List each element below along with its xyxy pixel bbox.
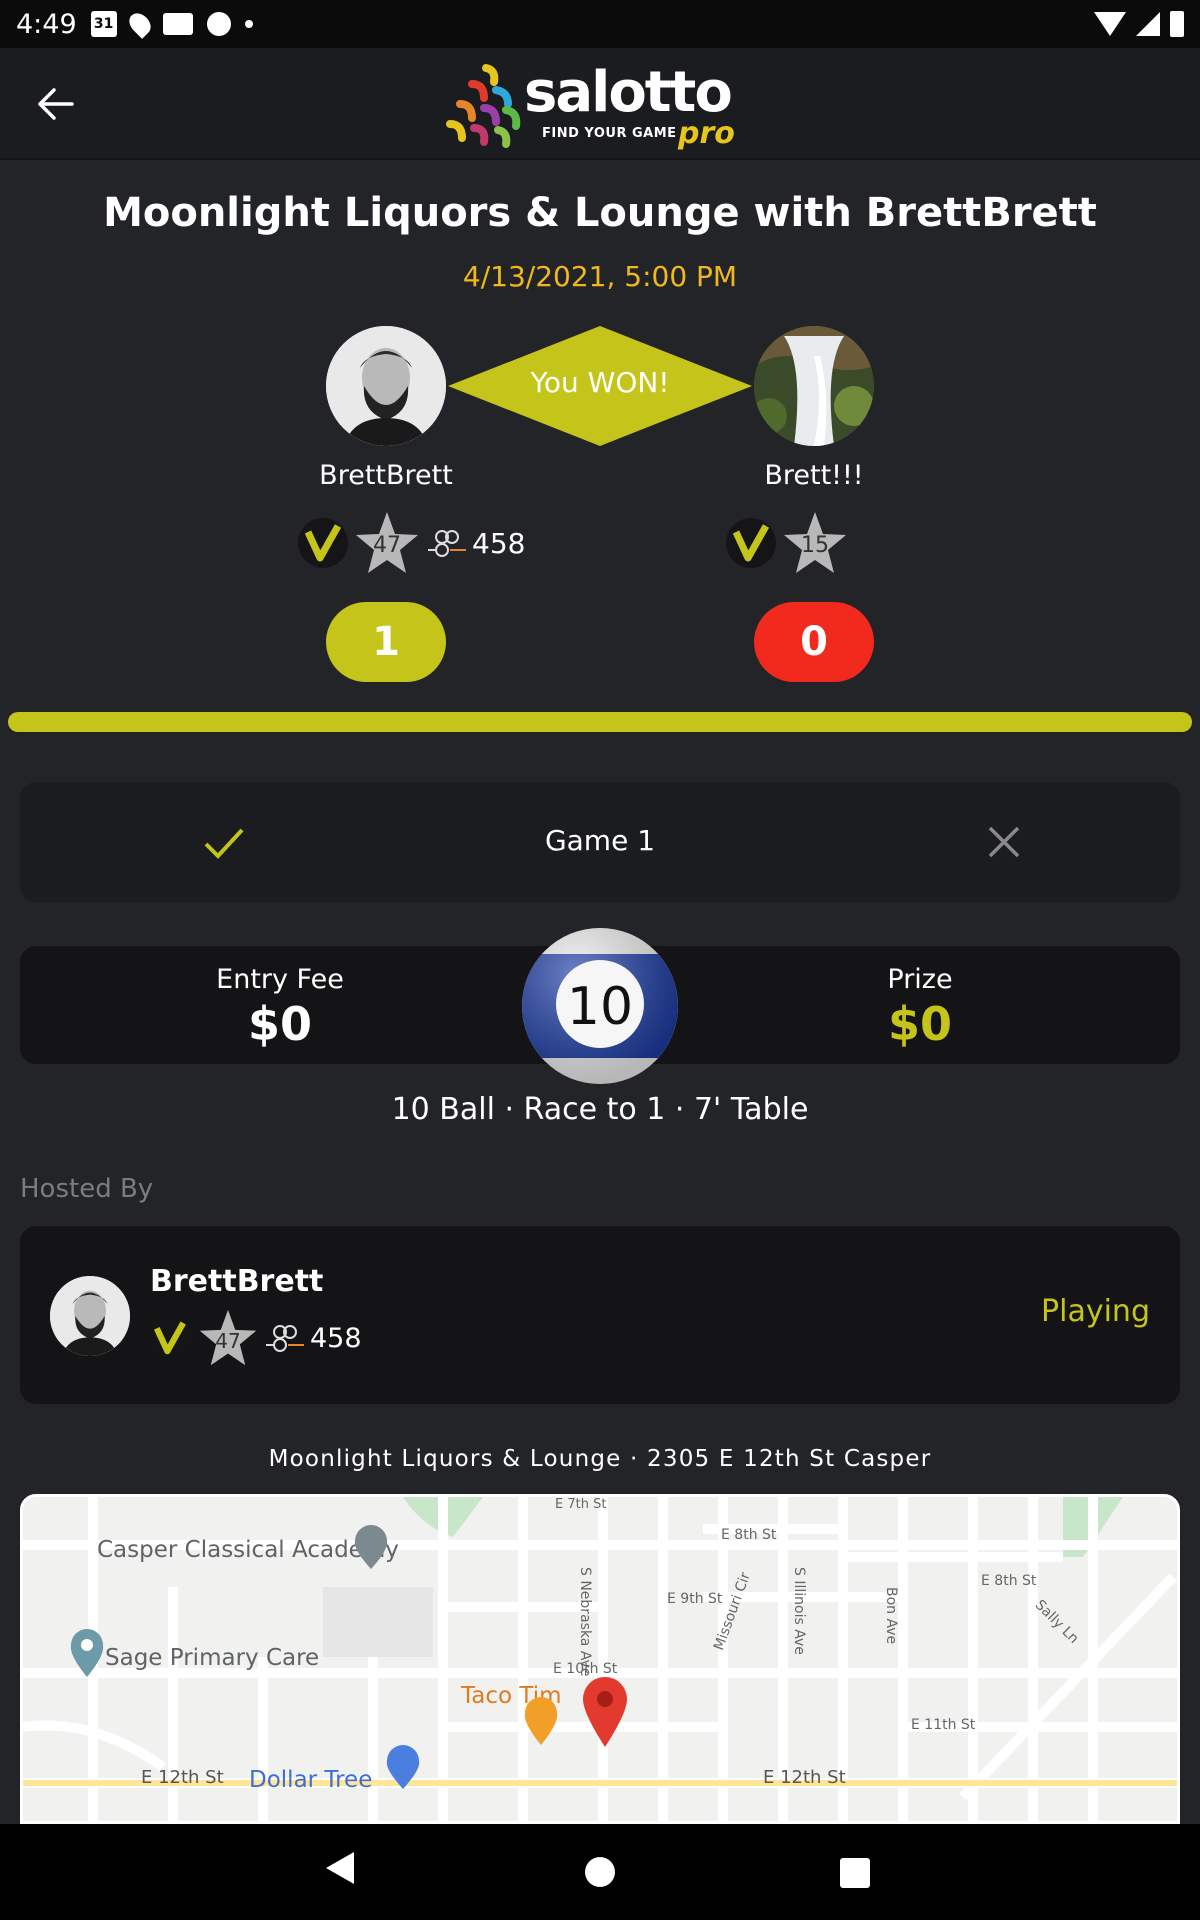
calendar-icon: 31 xyxy=(90,11,117,37)
gmail-icon xyxy=(162,13,193,35)
host-avatar[interactable] xyxy=(50,1276,130,1356)
venue-location-pin-icon[interactable] xyxy=(581,1675,629,1747)
street-label: E 12th St xyxy=(763,1767,846,1788)
star-level-value: 15 xyxy=(801,533,829,558)
location-icon xyxy=(124,9,155,39)
verified-check-icon xyxy=(726,518,776,568)
map-place-label: Sage Primary Care xyxy=(105,1645,320,1671)
star-level-badge: 47 xyxy=(354,510,420,576)
match-datetime: 4/13/2021, 5:00 PM xyxy=(462,260,738,293)
street-label: S Nebraska Ave xyxy=(577,1567,593,1677)
school-pin-icon xyxy=(354,1525,388,1569)
venue-address: Moonlight Liquors & Lounge · 2305 E 12th… xyxy=(268,1446,932,1472)
venue-map[interactable]: Casper Classical Academy Sage Primary Ca… xyxy=(20,1494,1180,1824)
entry-fee-label: Entry Fee xyxy=(216,964,344,995)
back-button[interactable] xyxy=(30,78,82,130)
street-label: Bon Ave xyxy=(883,1587,899,1645)
ball-number: 10 xyxy=(567,977,633,1037)
verified-check-icon xyxy=(148,1316,192,1360)
game-details: 10 Ball · Race to 1 · 7' Table xyxy=(391,1092,809,1127)
salotto-logo: salotto FIND YOUR GAME pro xyxy=(446,60,756,151)
app-bar: salotto FIND YOUR GAME pro xyxy=(0,48,1200,160)
group-icon xyxy=(266,1325,304,1352)
more-notifications-icon xyxy=(244,20,253,28)
group-count-value: 458 xyxy=(472,526,526,560)
player-left-score: 1 xyxy=(326,602,446,682)
pool-ball-10-icon: 10 xyxy=(522,928,678,1084)
player-right-avatar[interactable] xyxy=(754,326,874,446)
group-count-badge: 458 xyxy=(264,1323,362,1354)
match-title: Moonlight Liquors & Lounge with BrettBre… xyxy=(103,190,1097,236)
street-label: E 7th St xyxy=(555,1497,607,1512)
signal-icon xyxy=(1136,12,1160,36)
app-notification-icon xyxy=(206,12,231,36)
player-left-badges: 47 458 xyxy=(298,510,525,576)
entry-fee-value: $0 xyxy=(247,997,312,1051)
player-left-avatar[interactable] xyxy=(326,326,446,446)
star-level-badge: 47 xyxy=(198,1308,258,1368)
star-level-badge: 15 xyxy=(782,510,848,576)
street-label: E 12th St xyxy=(141,1767,224,1788)
logo-tagline: FIND YOUR GAME xyxy=(542,126,677,141)
battery-icon xyxy=(1170,11,1184,37)
player-right-name: Brett!!! xyxy=(764,460,864,491)
player-left-name: BrettBrett xyxy=(319,460,453,491)
street-label: E 11th St xyxy=(911,1717,976,1733)
prize-value: $0 xyxy=(887,997,952,1051)
system-nav-bar xyxy=(0,1824,1200,1920)
nav-home-icon[interactable] xyxy=(585,1857,615,1887)
host-badges: 47 458 xyxy=(148,1308,362,1368)
street-label: S Illinois Ave xyxy=(791,1567,807,1655)
status-bar: 4:49 31 xyxy=(0,0,1200,48)
player-right-badges: 15 xyxy=(726,510,848,576)
entry-fee: Entry Fee $0 xyxy=(130,964,430,1051)
logo-pro: pro xyxy=(678,116,735,151)
star-level-value: 47 xyxy=(215,1329,241,1353)
restaurant-pin-icon xyxy=(524,1697,558,1745)
map-place-label: Dollar Tree xyxy=(249,1767,373,1793)
nav-recents-icon[interactable] xyxy=(840,1858,870,1888)
player-right-score: 0 xyxy=(754,602,874,682)
shopping-pin-icon xyxy=(386,1745,420,1789)
host-card[interactable]: BrettBrett 47 458 Playing xyxy=(20,1226,1180,1404)
prize: Prize $0 xyxy=(770,964,1070,1051)
medical-pin-icon xyxy=(70,1629,104,1677)
group-icon xyxy=(428,530,466,557)
host-name: BrettBrett xyxy=(150,1264,324,1299)
wifi-icon xyxy=(1094,12,1126,36)
verified-check-icon xyxy=(298,518,348,568)
nav-back-icon[interactable] xyxy=(326,1852,354,1884)
star-level-value: 47 xyxy=(373,533,401,558)
street-label: E 8th St xyxy=(721,1527,777,1543)
close-icon[interactable] xyxy=(980,818,1028,866)
street-label: E 8th St xyxy=(981,1573,1037,1589)
prize-label: Prize xyxy=(887,964,953,995)
status-time: 4:49 xyxy=(16,8,77,40)
logo-mark-icon xyxy=(446,64,521,148)
street-label: E 9th St xyxy=(667,1591,723,1607)
result-text: You WON! xyxy=(530,366,670,399)
hosted-by-label: Hosted By xyxy=(20,1174,154,1204)
game-card[interactable]: Game 1 xyxy=(20,782,1180,902)
group-count-value: 458 xyxy=(310,1322,362,1354)
match-progress-bar xyxy=(8,712,1192,732)
group-count-badge: 458 xyxy=(426,527,525,560)
arrow-left-icon xyxy=(38,88,74,120)
host-status: Playing xyxy=(1041,1294,1150,1329)
